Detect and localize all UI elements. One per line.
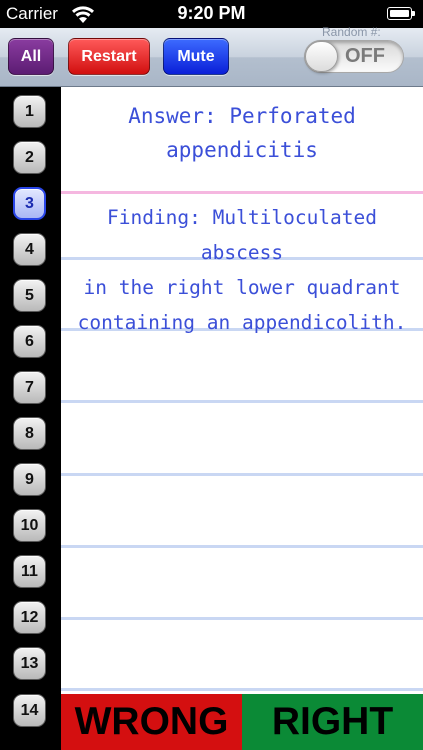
status-bar: Carrier 9:20 PM [0,0,423,28]
margin-rule [61,191,423,194]
answer-line: Answer: Perforated [128,104,356,128]
finding-line: containing an appendicolith. [77,311,407,334]
card-button-3[interactable]: 3 [13,187,46,220]
card-button-14[interactable]: 14 [13,694,46,727]
toggle-knob[interactable] [305,41,338,72]
answer-text: Answer: Perforated appendicitis [61,99,423,167]
card-button-1[interactable]: 1 [13,95,46,128]
card-button-13[interactable]: 13 [13,647,46,680]
battery-icon [387,7,417,21]
card-button-8[interactable]: 8 [13,417,46,450]
card-button-2[interactable]: 2 [13,141,46,174]
card-button-7[interactable]: 7 [13,371,46,404]
card-button-12[interactable]: 12 [13,601,46,634]
wrong-button[interactable]: WRONG [61,694,242,750]
all-button[interactable]: All [8,38,54,75]
toolbar: All Restart Mute Random #: OFF [0,25,423,87]
answer-line: appendicitis [166,138,318,162]
clock: 9:20 PM [177,3,246,23]
random-toggle[interactable]: OFF [304,40,404,73]
finding-line: in the right lower quadrant [83,276,401,299]
finding-text: Finding: Multiloculated abscess in the r… [65,200,419,340]
card-button-4[interactable]: 4 [13,233,46,266]
card-button-10[interactable]: 10 [13,509,46,542]
card-button-11[interactable]: 11 [13,555,46,588]
flash-card: Answer: Perforated appendicitis Finding:… [61,87,423,694]
restart-button[interactable]: Restart [68,38,150,75]
mute-button[interactable]: Mute [163,38,229,75]
random-label: Random #: [322,25,381,39]
toggle-state-label: OFF [345,45,385,67]
card-button-6[interactable]: 6 [13,325,46,358]
card-button-5[interactable]: 5 [13,279,46,312]
card-number-strip: 1 2 3 4 5 6 7 8 9 10 11 12 13 14 [0,87,60,750]
right-button[interactable]: RIGHT [242,694,423,750]
finding-line: Finding: Multiloculated abscess [106,206,378,264]
card-button-9[interactable]: 9 [13,463,46,496]
